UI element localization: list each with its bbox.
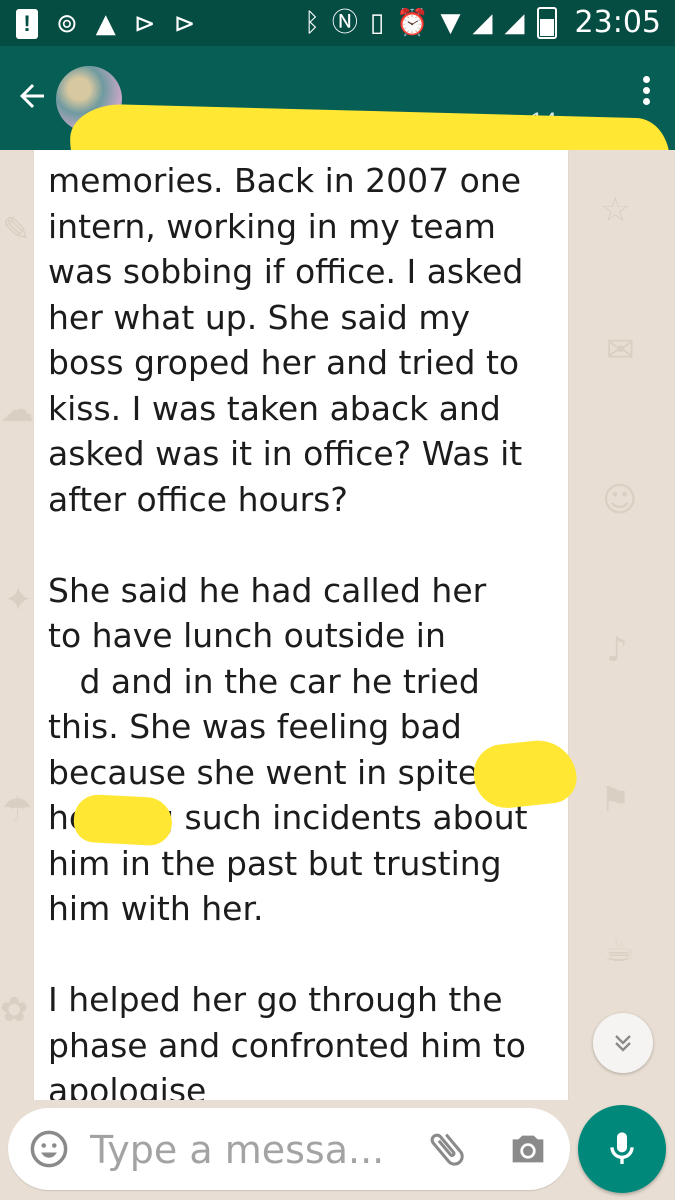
status-left-icons: ! ⊚ ▲ ⊳ ⊳: [16, 8, 195, 40]
doodle-icon: ☺: [602, 480, 638, 520]
emoji-icon: [30, 1130, 68, 1168]
chat-area[interactable]: ✎ ☁ ✦ ☂ ✿ ☆ ✉ ☺ ♪ ⚑ ☕ memories. Back in …: [0, 150, 675, 1100]
doodle-icon: ♪: [606, 630, 628, 670]
alarm-icon: ⏰: [396, 8, 429, 38]
status-time: 23:05: [574, 5, 661, 40]
doodle-icon: ⚑: [600, 780, 631, 820]
paperclip-icon: [430, 1133, 464, 1166]
dot-icon: [642, 87, 650, 94]
doodle-icon: ☂: [2, 790, 33, 830]
vibrate-icon: ▯: [369, 8, 385, 38]
doodle-icon: ✦: [4, 580, 33, 620]
wifi-icon: ▼: [440, 8, 461, 38]
overflow-menu-button[interactable]: [631, 72, 661, 122]
hotspot-icon: ⊚: [56, 9, 78, 39]
camera-button[interactable]: [504, 1126, 552, 1172]
flag-icon: ⊳: [173, 9, 196, 39]
doodle-icon: ☕: [604, 930, 635, 970]
dot-icon: [642, 76, 650, 83]
attach-button[interactable]: [424, 1126, 470, 1172]
warning-icon: ▲: [95, 9, 116, 39]
doodle-icon: ✎: [2, 210, 31, 250]
message-input[interactable]: [88, 1122, 392, 1178]
message-composer: [8, 1108, 570, 1190]
signal-icon: ◢: [504, 8, 525, 38]
doodle-icon: ✿: [0, 990, 29, 1030]
double-chevron-down-icon: [615, 1035, 631, 1052]
notification-icon: !: [16, 9, 38, 39]
battery-icon: [536, 7, 557, 39]
voice-record-button[interactable]: [578, 1105, 666, 1193]
message-bubble[interactable]: memories. Back in 2007 one intern, worki…: [34, 150, 580, 1100]
status-bar: ! ⊚ ▲ ⊳ ⊳ ᛒ Ⓝ ▯ ⏰ ▼ ◢ ◢ 23:05: [0, 0, 675, 46]
doodle-icon: ☆: [600, 190, 631, 230]
flag-icon: ⊳: [133, 9, 156, 39]
composer-bar: [0, 1100, 675, 1200]
microphone-icon: [610, 1132, 634, 1164]
chat-header: ...on, 14...: [0, 46, 675, 197]
scroll-to-bottom-button[interactable]: [593, 1013, 653, 1073]
nfc-icon: Ⓝ: [331, 8, 358, 38]
doodle-icon: ✉: [606, 330, 635, 370]
camera-icon: [512, 1135, 544, 1163]
emoji-button[interactable]: [28, 1128, 70, 1170]
arrow-back-icon: [20, 84, 44, 108]
bluetooth-icon: ᛒ: [304, 8, 320, 38]
status-right-icons: ᛒ Ⓝ ▯ ⏰ ▼ ◢ ◢ 23:05: [304, 6, 661, 40]
doodle-icon: ☁: [0, 390, 34, 430]
message-text: memories. Back in 2007 one intern, worki…: [48, 161, 528, 1100]
redaction-mark: [470, 736, 580, 812]
redaction-mark: [72, 793, 174, 847]
signal-icon: ◢: [472, 8, 493, 38]
dot-icon: [642, 98, 650, 105]
back-button[interactable]: [8, 68, 56, 124]
